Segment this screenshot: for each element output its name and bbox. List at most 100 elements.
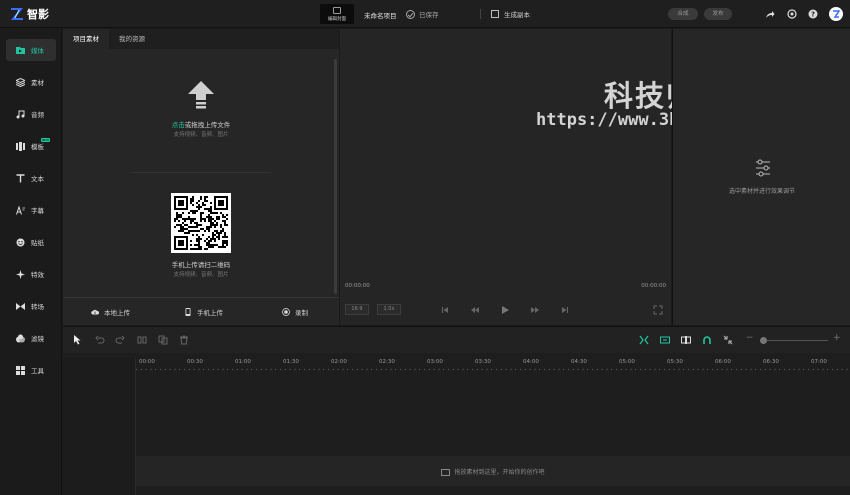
qr-code: [171, 193, 231, 253]
project-name[interactable]: 未命名项目: [364, 10, 397, 20]
sidebar-item-tools[interactable]: 工具: [6, 359, 56, 381]
share-icon[interactable]: [765, 9, 775, 19]
main-track-dropzone[interactable]: 拖放素材到这里，开始你的创作吧: [136, 456, 850, 486]
folder-icon: [16, 46, 25, 54]
user-avatar[interactable]: [829, 7, 843, 21]
template-icon: [16, 141, 25, 151]
skip-start-icon[interactable]: [440, 305, 450, 315]
new-badge: NEW: [41, 138, 50, 142]
undo-icon[interactable]: [95, 335, 105, 345]
sidebar-item-filter[interactable]: 滤镜: [6, 327, 56, 349]
ruler-label: 00:30: [187, 359, 203, 365]
sidebar-item-label: 音频: [31, 111, 44, 119]
current-time: 00:00:00: [345, 283, 370, 289]
upload-drop-text: 或拖拽上传文件: [184, 121, 231, 129]
sidebar-item-media[interactable]: 媒体: [6, 39, 56, 61]
app-logo[interactable]: 智影: [10, 6, 49, 22]
qr-supported-types: 支持视频、音频、图片: [173, 272, 229, 278]
step-forward-icon[interactable]: [530, 305, 540, 315]
sidebar-item-subtitle[interactable]: 字幕: [6, 199, 56, 221]
fit-zoom-icon[interactable]: [723, 335, 733, 345]
sidebar-item-sticker[interactable]: 贴纸: [6, 231, 56, 253]
record-button[interactable]: 录制: [282, 307, 308, 317]
redo-icon[interactable]: [115, 335, 125, 345]
ruler-label: 02:00: [331, 359, 347, 365]
copy-icon: [491, 10, 499, 18]
avatar-logo-icon: [833, 10, 841, 18]
sidebar-item-label: 素材: [31, 79, 44, 87]
top-bar: 智影 编辑封面 未命名项目 已保存 生成副本 合成 发布 ?: [0, 0, 850, 28]
tools-icon: [16, 365, 25, 375]
cloud-upload-icon: [91, 309, 99, 315]
sidebar-item-template[interactable]: 模板 NEW: [6, 135, 56, 157]
track-header-column: [63, 357, 136, 495]
play-icon[interactable]: [500, 305, 510, 315]
sidebar-item-transition[interactable]: 转场: [6, 295, 56, 317]
zoom-in-icon[interactable]: +: [833, 333, 843, 343]
ruler-label: 05:30: [667, 359, 683, 365]
properties-panel: 选中素材并进行效果调节: [672, 29, 850, 325]
select-cursor-icon[interactable]: [73, 335, 83, 345]
fullscreen-icon[interactable]: [653, 305, 663, 315]
media-tabs: 项目素材 我的资源: [63, 29, 339, 49]
settings-icon[interactable]: [787, 9, 797, 19]
timeline-toolbar: − +: [63, 327, 850, 353]
record-icon: [282, 308, 290, 316]
ruler-label: 01:30: [283, 359, 299, 365]
upload-icon[interactable]: [188, 81, 214, 109]
snap-icon[interactable]: [639, 335, 649, 345]
time-ruler[interactable]: 00:00 00:30 01:00 01:30 02:00 02:30 03:0…: [136, 357, 850, 377]
record-label: 录制: [295, 309, 308, 317]
media-panel: 项目素材 我的资源 点击或拖拽上传文件 支持视频、音频、图片 手机上传请扫二维码…: [63, 29, 339, 325]
ruler-label: 03:30: [475, 359, 491, 365]
upload-supported-types: 支持视频、音频、图片: [173, 132, 229, 138]
step-back-icon[interactable]: [470, 305, 480, 315]
publish-button[interactable]: 发布: [704, 8, 732, 20]
ruler-label: 06:30: [763, 359, 779, 365]
sidebar-item-text[interactable]: 文本: [6, 167, 56, 189]
sidebar-item-material[interactable]: 素材: [6, 71, 56, 93]
svg-text:?: ?: [811, 11, 815, 19]
zoom-slider-handle[interactable]: [760, 337, 767, 344]
tab-project-material[interactable]: 项目素材: [63, 29, 109, 49]
local-upload-button[interactable]: 本地上传: [91, 307, 130, 317]
phone-upload-label: 手机上传: [197, 309, 223, 317]
skip-end-icon[interactable]: [560, 305, 570, 315]
delete-icon[interactable]: [179, 335, 189, 345]
playback-speed-button[interactable]: 1.0x: [377, 304, 401, 315]
timeline-panel: − + 00:00 00:30 01:00 01:30 02:00 02:30 …: [63, 326, 850, 495]
total-time: 00:00:00: [641, 283, 666, 289]
upload-click-link[interactable]: 点击: [172, 121, 185, 129]
phone-icon: [185, 308, 191, 316]
split-icon[interactable]: [137, 335, 147, 345]
ruler-label: 04:00: [523, 359, 539, 365]
divider: [131, 172, 271, 173]
copy-clip-icon[interactable]: [158, 335, 168, 345]
zoom-slider-track[interactable]: [764, 340, 828, 341]
zoom-out-icon[interactable]: −: [746, 333, 756, 343]
preview-axis-icon[interactable]: [681, 335, 691, 345]
ruler-label: 02:30: [379, 359, 395, 365]
ruler-label: 01:00: [235, 359, 251, 365]
generate-copy-button[interactable]: 生成副本: [491, 9, 530, 19]
media-scrollbar[interactable]: [334, 59, 337, 294]
sidebar-item-label: 转场: [31, 303, 44, 311]
sidebar-item-label: 模板: [31, 143, 44, 151]
magnet-icon[interactable]: [702, 335, 712, 345]
compose-button[interactable]: 合成: [668, 8, 698, 20]
link-track-icon[interactable]: [660, 335, 670, 345]
edit-cover-button[interactable]: 编辑封面: [320, 4, 354, 24]
qr-code-icon: [174, 196, 228, 250]
help-icon[interactable]: ?: [808, 9, 818, 19]
sidebar-item-audio[interactable]: 音频: [6, 103, 56, 125]
ruler-label: 05:00: [619, 359, 635, 365]
tab-my-resources[interactable]: 我的资源: [109, 29, 155, 49]
text-icon: [16, 173, 25, 182]
toolbar-divider: [480, 9, 481, 19]
upload-drop-hint[interactable]: 点击或拖拽上传文件: [63, 119, 339, 129]
sidebar-item-label: 文本: [31, 175, 44, 183]
sidebar-item-label: 媒体: [31, 47, 44, 55]
aspect-ratio-button[interactable]: 16:9: [345, 304, 369, 315]
phone-upload-button[interactable]: 手机上传: [184, 307, 223, 317]
sidebar-item-effects[interactable]: 特效: [6, 263, 56, 285]
